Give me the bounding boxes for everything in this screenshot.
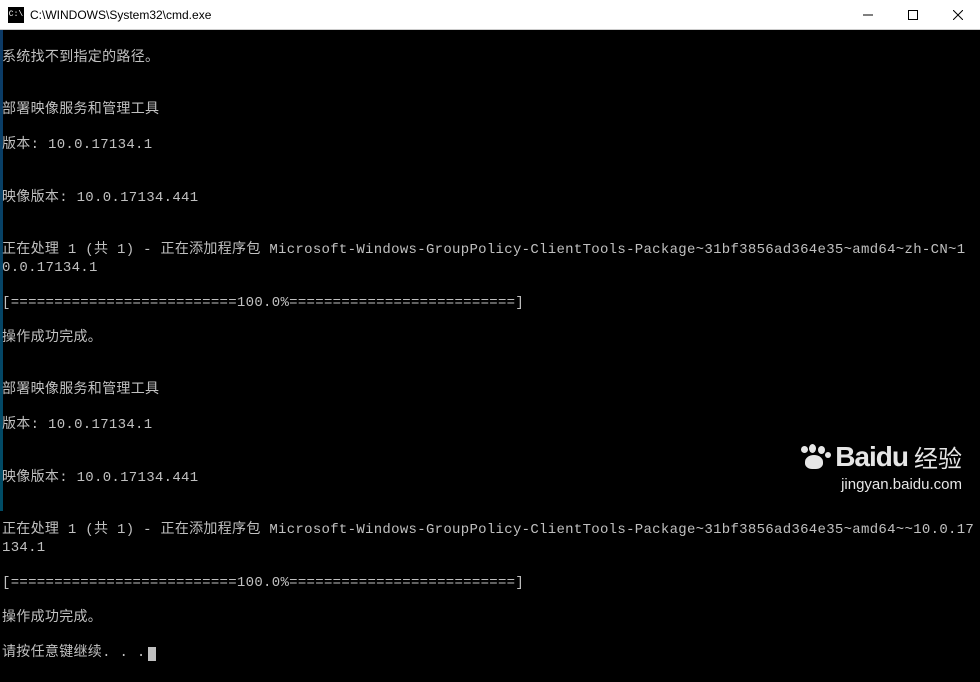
- terminal-line: 正在处理 1 (共 1) - 正在添加程序包 Microsoft-Windows…: [2, 242, 978, 277]
- window-controls: [845, 0, 980, 29]
- titlebar[interactable]: C:\ C:\WINDOWS\System32\cmd.exe: [0, 0, 980, 30]
- terminal-prompt-line: 请按任意键继续. . .: [2, 645, 978, 663]
- terminal-line: 系统找不到指定的路径。: [2, 50, 978, 68]
- terminal-line: 操作成功完成。: [2, 610, 978, 628]
- watermark-brand-row: Baidu 经验: [799, 439, 962, 474]
- terminal-line: 映像版本: 10.0.17134.441: [2, 190, 978, 208]
- maximize-button[interactable]: [890, 0, 935, 29]
- terminal-line: 正在处理 1 (共 1) - 正在添加程序包 Microsoft-Windows…: [2, 522, 978, 557]
- terminal-line: [==========================100.0%=======…: [2, 295, 978, 313]
- window-title: C:\WINDOWS\System32\cmd.exe: [30, 8, 845, 22]
- paw-icon: [799, 444, 829, 470]
- terminal-line: 部署映像服务和管理工具: [2, 382, 978, 400]
- terminal-line: 版本: 10.0.17134.1: [2, 417, 978, 435]
- minimize-button[interactable]: [845, 0, 890, 29]
- terminal-line: 版本: 10.0.17134.1: [2, 137, 978, 155]
- terminal-line: 部署映像服务和管理工具: [2, 102, 978, 120]
- left-edge-decoration: [0, 30, 3, 511]
- watermark-url: jingyan.baidu.com: [799, 476, 962, 493]
- terminal-output[interactable]: 系统找不到指定的路径。 部署映像服务和管理工具 版本: 10.0.17134.1…: [0, 30, 980, 682]
- terminal-line: 操作成功完成。: [2, 330, 978, 348]
- watermark-cn: 经验: [914, 439, 962, 474]
- close-button[interactable]: [935, 0, 980, 29]
- watermark: Baidu 经验 jingyan.baidu.com: [799, 439, 962, 493]
- prompt-text: 请按任意键继续. . .: [2, 645, 146, 661]
- cursor-icon: [148, 647, 156, 661]
- watermark-brand: Baidu: [835, 441, 908, 473]
- cmd-icon: C:\: [8, 7, 24, 23]
- terminal-line: [==========================100.0%=======…: [2, 575, 978, 593]
